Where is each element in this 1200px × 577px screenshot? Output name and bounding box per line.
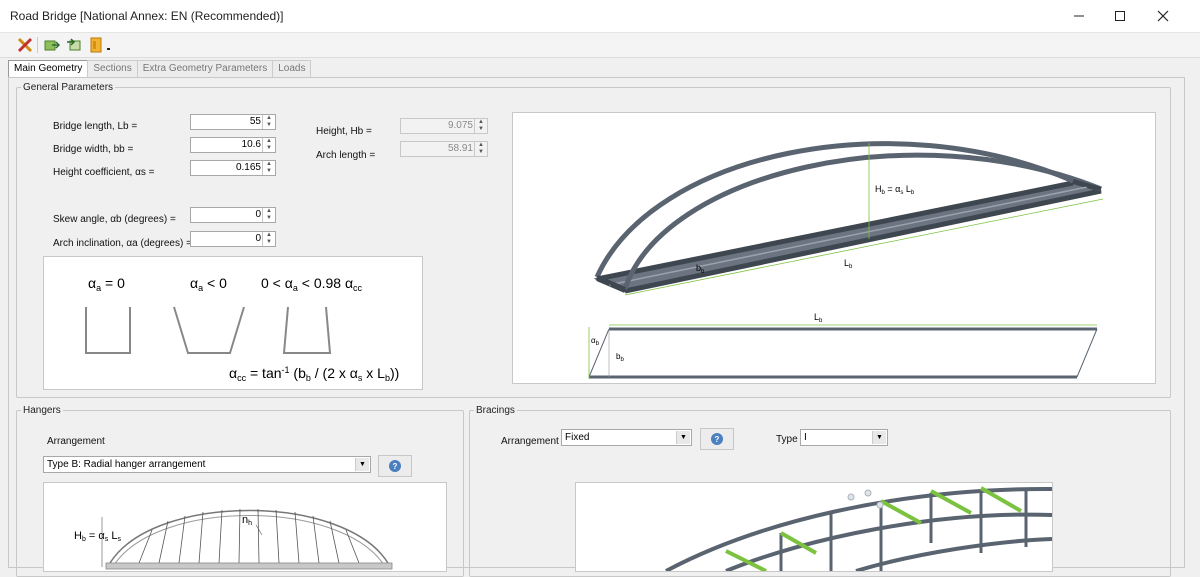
height-coefficient-label: Height coefficient, αs = [53,167,155,178]
bracing-type-value: I [804,432,807,443]
toolbar-dropdown-button[interactable] [104,36,114,54]
spinner-arrows-icon[interactable]: ▲ ▼ [262,115,275,129]
arch-inclination-value: 0 [255,233,261,244]
bracings-legend: Bracings [476,405,515,416]
minimize-button[interactable] [1062,4,1096,28]
height-readonly-field: 9.075 ▲ ▼ [400,118,488,134]
arch-inclination-diagram: αa = 0 αa < 0 0 < αa < 0.98 αcc αcc = ta… [43,256,423,390]
arch-length-label: Arch length = [316,150,376,161]
document-button[interactable] [87,36,105,54]
export-button[interactable] [43,36,61,54]
preview-arches [665,486,1052,571]
inclination-diagram-svg: αa = 0 αa < 0 0 < αa < 0.98 αcc αcc = ta… [85,275,399,383]
skew-angle-label: Skew angle, αb (degrees) = [53,214,176,225]
bracing-type-label: Type [776,434,798,445]
spinner-arrows-icon: ▲ ▼ [474,119,487,133]
arch-length-readonly-field: 58.91 ▲ ▼ [400,141,488,157]
bracing-arrangement-value: Fixed [565,432,590,443]
tools-icon [17,37,33,53]
bracing-help-button[interactable]: ? [700,428,734,450]
hanger-diagram: Hb = αs Ls nh [43,482,447,572]
height-coefficient-input[interactable]: 0.165 ▲ ▼ [190,160,276,176]
application-window: Road Bridge [National Annex: EN (Recomme… [0,0,1200,577]
tab-main-geometry[interactable]: Main Geometry [8,60,89,78]
bracing-arrangement-label: Arrangement [501,436,559,447]
formula-text: αcc = tan-1 (bb / (2 x αs x Lb)) [229,365,399,383]
height-value: 9.075 [447,120,473,131]
hanger-help-button[interactable]: ? [378,455,412,477]
tab-sections[interactable]: Sections [87,60,138,78]
chevron-down-icon[interactable]: ▼ [676,431,690,444]
bridge-width-value: 10.6 [241,139,261,150]
arch-inclination-input[interactable]: 0 ▲ ▼ [190,231,276,247]
toolbar [0,33,1200,58]
plan-length-label: Lb [814,312,823,324]
tools-button[interactable] [16,36,34,54]
bracing-arrangement-select[interactable]: Fixed ▼ [561,429,692,446]
bridge-length-value: 55 [249,116,261,127]
spinner-arrows-icon: ▲ ▼ [474,142,487,156]
close-button[interactable] [1146,4,1180,28]
skew-angle-input[interactable]: 0 ▲ ▼ [190,207,276,223]
toolbar-separator [37,37,38,53]
bracing-type-select[interactable]: I ▼ [800,429,888,446]
arch-inclination-label: Arch inclination, αa (degrees) = [53,238,192,249]
close-icon [1157,10,1169,22]
help-icon: ? [389,460,401,472]
spinner-arrows-icon[interactable]: ▲ ▼ [262,161,275,175]
bridge-length-label: Bridge length, Lb = [53,121,138,132]
inward-arch-section [282,306,332,354]
vertical-arch-section [85,307,131,354]
hangers-legend: Hangers [23,405,61,416]
bridge-length-input[interactable]: 55 ▲ ▼ [190,114,276,130]
height-dimension-label: Hb = αs Lb [875,184,915,196]
bridge-model-view[interactable]: Hb = αs Lb bb Lb Lb αb bb [512,112,1156,384]
export-icon [44,40,60,51]
bridge-plan-view: Lb αb bb [588,312,1098,379]
dropdown-arrow-icon [107,48,110,50]
hanger-arrangement-label: Arrangement [47,436,105,447]
plan-width-label: bb [616,352,624,363]
tab-loads[interactable]: Loads [272,60,312,78]
plan-skew-label: αb [591,336,600,347]
height-label: Height, Hb = [316,126,372,137]
hanger-diagram-svg: Hb = αs Ls nh [74,508,393,570]
outward-arch-section [173,306,245,354]
bridge-width-input[interactable]: 10.6 ▲ ▼ [190,137,276,153]
spinner-arrows-icon[interactable]: ▲ ▼ [262,232,275,246]
maximize-button[interactable] [1103,4,1137,28]
hanger-arrangement-select[interactable]: Type B: Radial hanger arrangement ▼ [43,456,371,473]
title-bar: Road Bridge [National Annex: EN (Recomme… [0,0,1200,33]
height-coefficient-value: 0.165 [235,162,261,173]
hanger-arrangement-value: Type B: Radial hanger arrangement [47,459,206,470]
case-range-text: 0 < αa < 0.98 αcc [261,275,363,293]
length-dimension-line [624,198,1104,296]
import-button[interactable] [65,36,83,54]
help-icon: ? [711,433,723,445]
maximize-icon [1115,11,1125,21]
skew-angle-value: 0 [255,209,261,220]
chevron-down-icon[interactable]: ▼ [872,431,886,444]
case-zero-text: αa = 0 [88,275,125,293]
bridge-model-svg: Hb = αs Lb bb Lb Lb αb bb [588,141,1104,379]
bridge-width-label: Bridge width, bb = [53,144,134,155]
hanger-height-label: Hb = αs Ls [74,530,121,543]
bracing-preview-view[interactable] [575,482,1053,572]
length-dimension-label: Lb [844,258,853,270]
arch-length-value: 58.91 [447,143,473,154]
tab-strip: Main Geometry Sections Extra Geometry Pa… [8,60,312,78]
chevron-down-icon[interactable]: ▼ [355,458,369,471]
spinner-arrows-icon[interactable]: ▲ ▼ [262,208,275,222]
tab-extra-geometry[interactable]: Extra Geometry Parameters [136,60,274,78]
case-negative-text: αa < 0 [190,275,227,293]
document-icon [90,37,102,53]
general-parameters-legend: General Parameters [23,82,114,93]
spinner-arrows-icon[interactable]: ▲ ▼ [262,138,275,152]
window-title: Road Bridge [National Annex: EN (Recomme… [10,9,284,23]
import-icon [67,38,81,51]
bracing-preview-svg [665,486,1052,571]
minimize-icon [1074,15,1084,17]
